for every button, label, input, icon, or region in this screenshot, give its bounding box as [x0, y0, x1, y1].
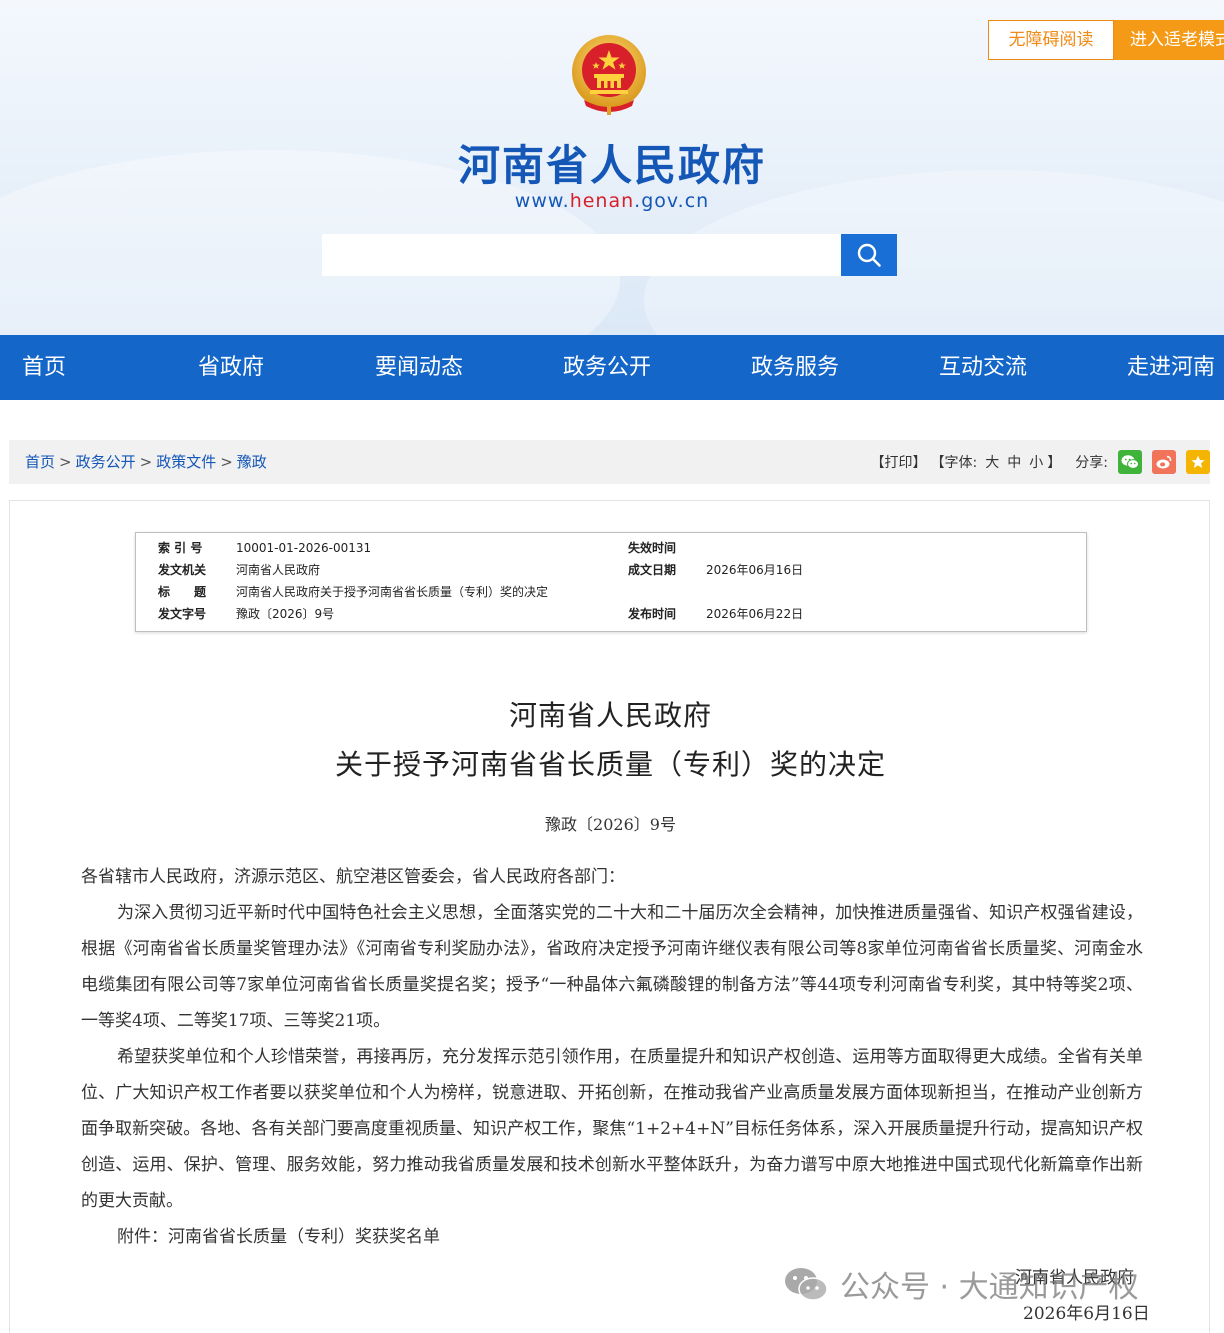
nav-item-provincial-government[interactable]: 省政府	[198, 335, 264, 400]
site-url-prefix: www.	[514, 190, 570, 212]
nav-item-government-affairs[interactable]: 政务公开	[563, 335, 651, 400]
meta-expiry-key: 失效时间	[628, 541, 677, 555]
breadcrumb-government-affairs[interactable]: 政务公开	[76, 453, 136, 471]
breadcrumb-policy-documents[interactable]: 政策文件	[156, 453, 216, 471]
search-input[interactable]	[322, 234, 841, 276]
elder-mode-button[interactable]: 进入适老模式	[1114, 20, 1224, 60]
top-buttons: 无障碍阅读 进入适老模式	[988, 20, 1224, 60]
font-small-button[interactable]: 小	[1029, 452, 1043, 472]
document-title-line2: 关于授予河南省省长质量（专利）奖的决定	[334, 748, 886, 781]
accessibility-reading-button[interactable]: 无障碍阅读	[988, 20, 1114, 60]
meta-row: 索 引 号 10001-01-2026-00131 失效时间	[136, 537, 1086, 559]
page-tools: 【打印】 【字体: 大 中 小 】 分享:	[871, 440, 1210, 484]
document-meta-table: 索 引 号 10001-01-2026-00131 失效时间 发文机关 河南省人…	[135, 532, 1087, 632]
site-url-suffix: .gov.cn	[634, 190, 710, 212]
meta-issuer-value: 河南省人民政府	[236, 563, 321, 577]
national-emblem-icon	[572, 35, 646, 115]
meta-row: 发文字号 豫政〔2026〕9号 发布时间 2026年06月22日	[136, 603, 1086, 625]
nav-item-interaction[interactable]: 互动交流	[939, 335, 1027, 400]
document-paragraph-1: 为深入贯彻习近平新时代中国特色社会主义思想，全面落实党的二十大和二十届历次全会精…	[81, 903, 1143, 1031]
main-nav: 首页 省政府 要闻动态 政务公开 政务服务 互动交流 走进河南	[0, 335, 1224, 400]
font-medium-button[interactable]: 中	[1007, 452, 1021, 472]
breadcrumb-home[interactable]: 首页	[25, 453, 55, 471]
favorite-button[interactable]	[1186, 450, 1210, 474]
share-wechat-button[interactable]	[1118, 450, 1142, 474]
weibo-icon	[1156, 455, 1172, 469]
site-url-domain: henan	[569, 190, 635, 212]
breadcrumb-yuzheng[interactable]: 豫政	[237, 453, 267, 471]
meta-published-value: 2026年06月22日	[706, 607, 804, 621]
breadcrumb-bar: 首页 > 政务公开 > 政策文件 > 豫政 【打印】 【字体: 大 中 小 】 分享:	[9, 440, 1210, 484]
share-label: 分享:	[1075, 455, 1108, 471]
search-icon	[857, 243, 881, 267]
meta-index-key: 索 引 号	[158, 541, 203, 555]
wechat-official-account-icon	[785, 1268, 828, 1301]
search-button[interactable]	[841, 234, 897, 276]
meta-row: 标 题 河南省人民政府关于授予河南省省长质量（专利）奖的决定	[136, 581, 1086, 603]
meta-created-key: 成文日期	[628, 563, 677, 577]
document-title-line1: 河南省人民政府	[508, 699, 712, 732]
breadcrumb-separator: >	[139, 453, 153, 471]
print-button[interactable]: 【打印】	[871, 452, 927, 472]
breadcrumb-separator: >	[220, 453, 233, 471]
meta-created-value: 2026年06月16日	[706, 563, 804, 577]
font-size-label: 【字体:	[930, 455, 978, 471]
nav-item-home[interactable]: 首页	[22, 335, 66, 400]
document-salutation: 各省辖市人民政府，济源示范区、航空港区管委会，省人民政府各部门：	[81, 867, 625, 887]
watermark-text: 公众号 · 大通知识产权	[840, 1270, 1139, 1305]
meta-docno-key: 发文字号	[158, 607, 207, 621]
meta-docno-value: 豫政〔2026〕9号	[236, 607, 335, 621]
star-icon	[1191, 455, 1205, 468]
meta-title-value: 河南省人民政府关于授予河南省省长质量（专利）奖的决定	[236, 585, 549, 599]
site-url: www.henan.gov.cn	[0, 190, 1224, 212]
meta-row: 发文机关 河南省人民政府 成文日期 2026年06月16日	[136, 559, 1086, 581]
nav-item-news[interactable]: 要闻动态	[375, 335, 463, 400]
article-content: 索 引 号 10001-01-2026-00131 失效时间 发文机关 河南省人…	[9, 500, 1210, 1333]
font-large-button[interactable]: 大	[985, 452, 999, 472]
share-weibo-button[interactable]	[1152, 450, 1176, 474]
breadcrumb: 首页 > 政务公开 > 政策文件 > 豫政	[25, 440, 267, 484]
meta-issuer-key: 发文机关	[158, 563, 207, 577]
meta-published-key: 发布时间	[628, 607, 677, 621]
document-attachment[interactable]: 附件：河南省省长质量（专利）奖获奖名单	[81, 1219, 1143, 1255]
site-title: 河南省人民政府	[457, 141, 766, 190]
search-box	[322, 234, 897, 276]
wechat-icon	[1121, 455, 1139, 469]
nav-item-government-services[interactable]: 政务服务	[751, 335, 839, 400]
site-header: 无障碍阅读 进入适老模式 河南省人民政府 www.henan.gov.cn	[0, 0, 1224, 335]
document-paragraph-2: 希望获奖单位和个人珍惜荣誉，再接再厉，充分发挥示范引领作用，在质量提升和知识产权…	[81, 1047, 1143, 1211]
nav-item-about-henan[interactable]: 走进河南	[1127, 335, 1215, 400]
breadcrumb-separator: >	[59, 453, 72, 471]
font-size-end: 】	[1047, 455, 1062, 471]
meta-title-key: 标 题	[158, 585, 207, 599]
document-number: 豫政〔2026〕9号	[545, 815, 676, 834]
meta-index-value: 10001-01-2026-00131	[236, 541, 372, 555]
watermark: 公众号 · 大通知识产权	[782, 1262, 1139, 1306]
